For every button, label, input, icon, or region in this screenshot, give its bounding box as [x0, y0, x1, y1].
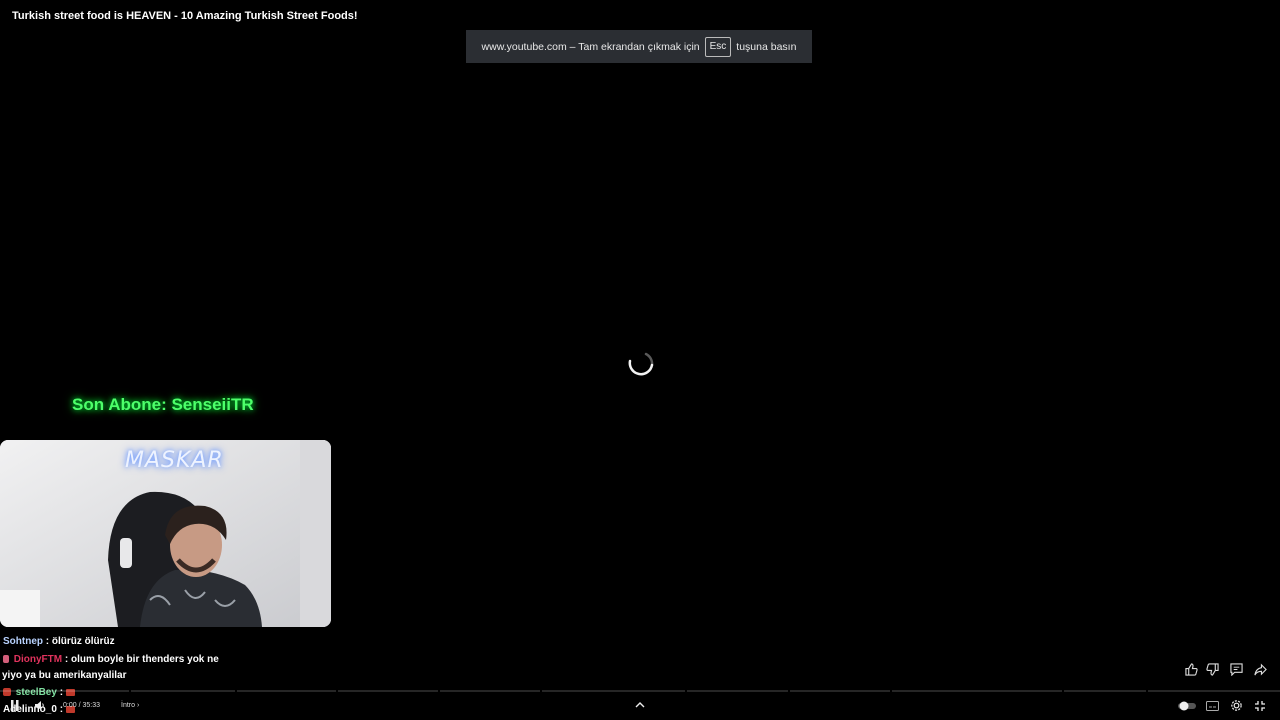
- chat-username: DionyFTM: [13, 654, 63, 665]
- chat-text: : ölürüz ölürüz: [45, 636, 115, 647]
- fullscreen-notice-suffix: tuşuna basın: [736, 40, 797, 53]
- fullscreen-notice-prefix: www.youtube.com – Tam ekrandan çıkmak iç…: [481, 40, 700, 53]
- chapter-divider: [890, 690, 892, 692]
- share-button[interactable]: [1254, 663, 1267, 677]
- comment-button[interactable]: [1230, 663, 1243, 677]
- play-pause-button[interactable]: [10, 700, 20, 711]
- time-display: 0:00 / 35:33: [63, 702, 100, 709]
- chapter-divider: [788, 690, 790, 692]
- chapter-title-button[interactable]: İntro ›: [121, 702, 139, 709]
- chapter-divider: [336, 690, 338, 692]
- chat-message-continuation: yiyo ya bu amerikanyalilar: [2, 670, 127, 681]
- chat-message: Sohtnep : ölürüz ölürüz: [3, 636, 115, 647]
- chapter-divider: [1062, 690, 1064, 692]
- esc-key-badge: Esc: [704, 36, 732, 57]
- volume-button[interactable]: [34, 700, 46, 711]
- subtitles-button[interactable]: [1206, 701, 1219, 711]
- more-videos-button[interactable]: [635, 701, 645, 708]
- dislike-button[interactable]: [1206, 663, 1219, 677]
- player-controls: 0:00 / 35:33 İntro ›: [0, 694, 1280, 718]
- chat-text: : olum boyle bir thenders yok ne: [64, 654, 219, 665]
- like-button[interactable]: [1185, 663, 1198, 677]
- chapter-divider: [540, 690, 542, 692]
- webcam-neon-sign: MASKAR: [125, 448, 224, 473]
- chapter-title: İntro: [121, 702, 136, 709]
- video-title[interactable]: Turkish street food is HEAVEN - 10 Amazi…: [12, 10, 358, 22]
- chapter-divider: [129, 690, 131, 692]
- subscriber-banner: Son Abone: SenseiiTR: [72, 395, 254, 414]
- chapter-divider: [235, 690, 237, 692]
- chat-message: DionyFTM : olum boyle bir thenders yok n…: [3, 654, 219, 665]
- chapter-divider: [438, 690, 440, 692]
- chapter-divider: [685, 690, 687, 692]
- fullscreen-notice: www.youtube.com – Tam ekrandan çıkmak iç…: [466, 30, 812, 63]
- autoplay-toggle[interactable]: [1178, 701, 1196, 711]
- video-progress-bar[interactable]: [0, 690, 1280, 692]
- settings-button[interactable]: [1230, 699, 1243, 712]
- chat-badge-icon: [3, 655, 9, 664]
- chat-username: Sohtnep: [3, 636, 43, 647]
- chevron-right-icon: ›: [136, 702, 140, 709]
- webcam-overlay: MASKAR: [0, 440, 331, 627]
- chapter-divider: [1146, 690, 1148, 692]
- loading-spinner-icon: [624, 347, 654, 377]
- exit-fullscreen-button[interactable]: [1254, 700, 1266, 712]
